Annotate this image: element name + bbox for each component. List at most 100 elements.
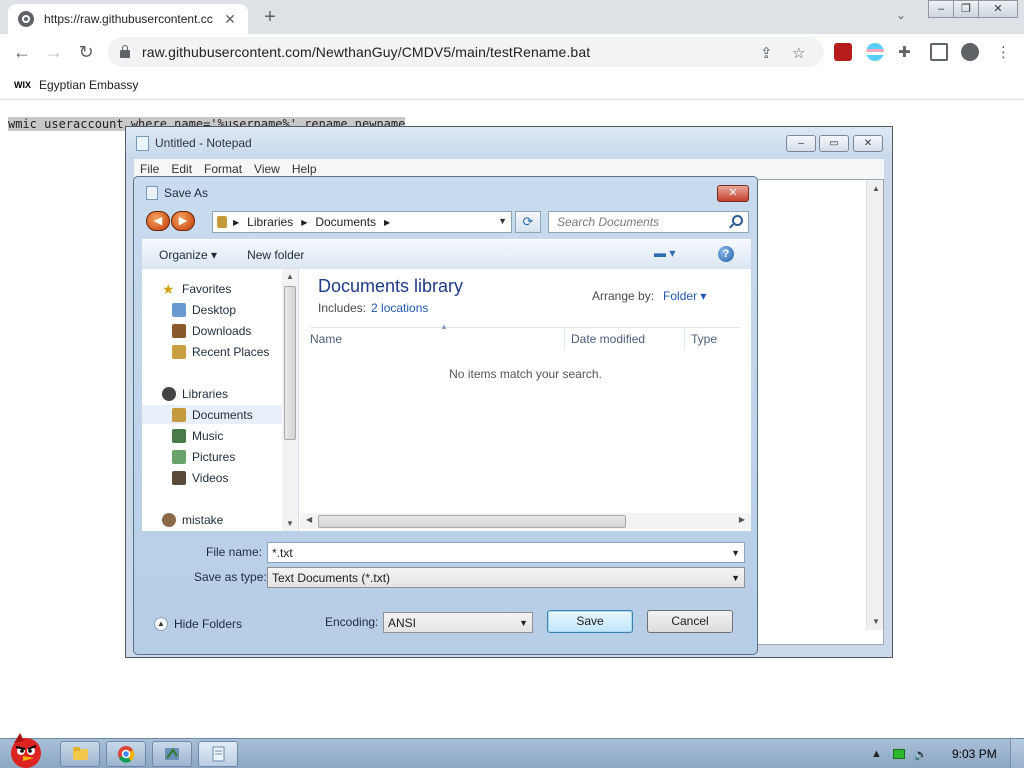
breadcrumb[interactable]: ▶ Libraries ▶ Documents ▶ ▼ xyxy=(212,211,512,233)
taskbar-chrome-button[interactable] xyxy=(106,741,146,767)
save-as-titlebar[interactable]: Save As xyxy=(134,177,757,209)
nav-music[interactable]: Music xyxy=(142,426,282,445)
show-hidden-icons-icon[interactable]: ▲ xyxy=(871,748,882,760)
nav-videos[interactable]: Videos xyxy=(142,468,282,487)
nav-recent-places[interactable]: Recent Places xyxy=(142,342,282,361)
share-icon[interactable]: ⇪ xyxy=(760,44,773,62)
horizontal-scrollbar[interactable]: ◀ ▶ xyxy=(300,513,751,529)
save-button[interactable]: Save xyxy=(547,610,633,633)
menu-file[interactable]: File xyxy=(140,162,159,176)
dropdown-arrow-icon[interactable]: ▼ xyxy=(519,618,528,628)
column-divider[interactable] xyxy=(564,328,565,350)
close-tab-icon[interactable]: ✕ xyxy=(222,11,238,28)
breadcrumb-documents[interactable]: Documents xyxy=(315,215,376,229)
back-button[interactable]: ◀ xyxy=(146,211,170,231)
search-input[interactable]: Search Documents xyxy=(548,211,749,233)
close-window-button[interactable]: ✕ xyxy=(978,0,1018,18)
scroll-up-arrow-icon[interactable]: ▲ xyxy=(286,272,294,281)
extension-icon[interactable] xyxy=(866,43,884,61)
arrange-by-dropdown[interactable]: Folder ▾ xyxy=(663,289,706,303)
back-arrow-icon[interactable]: ← xyxy=(10,41,34,63)
bookmark-egyptian-embassy[interactable]: Egyptian Embassy xyxy=(39,78,138,92)
side-panel-icon[interactable] xyxy=(930,43,948,61)
menu-edit[interactable]: Edit xyxy=(171,162,192,176)
breadcrumb-dropdown-icon[interactable]: ▼ xyxy=(498,216,507,226)
encoding-select[interactable]: ANSI ▼ xyxy=(383,612,533,633)
taskbar-app-button[interactable] xyxy=(152,741,192,767)
organize-button[interactable]: Organize ▾ xyxy=(159,248,217,262)
lock-icon[interactable] xyxy=(120,45,130,58)
nav-downloads[interactable]: Downloads xyxy=(142,321,282,340)
show-desktop-button[interactable] xyxy=(1010,739,1024,768)
nav-mistake[interactable]: mistake xyxy=(142,510,282,529)
app-icon xyxy=(165,748,179,760)
refresh-button[interactable]: ⟳ xyxy=(515,211,541,233)
new-folder-button[interactable]: New folder xyxy=(247,248,304,262)
scroll-up-arrow-icon[interactable]: ▲ xyxy=(872,184,880,193)
change-view-icon[interactable]: ▬ ▾ xyxy=(654,246,675,260)
scrollbar-thumb[interactable] xyxy=(318,515,626,528)
dropdown-arrow-icon[interactable]: ▼ xyxy=(731,573,740,583)
nav-desktop[interactable]: Desktop xyxy=(142,300,282,319)
column-header: ▲ Name Date modified Type xyxy=(310,322,740,350)
reload-icon[interactable]: ↻ xyxy=(74,41,98,63)
save-as-close-button[interactable]: ✕ xyxy=(717,185,749,202)
scrollbar-thumb[interactable] xyxy=(284,286,296,440)
scroll-down-arrow-icon[interactable]: ▼ xyxy=(286,519,294,528)
locations-link[interactable]: 2 locations xyxy=(371,301,428,315)
menu-help[interactable]: Help xyxy=(292,162,317,176)
scroll-left-arrow-icon[interactable]: ◀ xyxy=(306,515,312,524)
tab-search-icon[interactable]: ⌄ xyxy=(896,8,906,22)
clock[interactable]: 9:03 PM xyxy=(952,747,997,761)
network-icon[interactable] xyxy=(893,749,905,759)
bookmark-star-icon[interactable]: ☆ xyxy=(792,44,805,62)
save-as-type-select[interactable]: Text Documents (*.txt) ▼ xyxy=(267,567,745,588)
browser-tabstrip: https://raw.githubusercontent.cc ✕ + ⌄ ‒… xyxy=(0,0,1024,34)
scroll-right-arrow-icon[interactable]: ▶ xyxy=(739,515,745,524)
file-name-field[interactable]: *.txt ▼ xyxy=(267,542,745,563)
profile-avatar-icon[interactable] xyxy=(961,43,979,61)
browser-tab[interactable]: https://raw.githubusercontent.cc ✕ xyxy=(8,4,248,34)
dropdown-arrow-icon[interactable]: ▼ xyxy=(731,548,740,558)
notepad-maximize-button[interactable]: ▭ xyxy=(819,135,849,152)
search-placeholder: Search Documents xyxy=(557,215,660,229)
ublock-extension-icon[interactable] xyxy=(834,43,852,61)
nav-pictures[interactable]: Pictures xyxy=(142,447,282,466)
breadcrumb-chevron-icon[interactable]: ▶ xyxy=(384,218,390,227)
forward-button[interactable]: ▶ xyxy=(171,211,195,231)
save-as-bottom-panel: File name: *.txt ▼ Save as type: Text Do… xyxy=(142,531,751,643)
forward-arrow-icon[interactable]: → xyxy=(42,41,66,63)
column-date-modified[interactable]: Date modified xyxy=(571,332,645,346)
notepad-close-button[interactable]: ✕ xyxy=(853,135,883,152)
puzzle-icon[interactable]: ✚ xyxy=(898,43,916,61)
search-icon[interactable] xyxy=(732,215,743,226)
column-divider[interactable] xyxy=(684,328,685,350)
nav-libraries[interactable]: Libraries xyxy=(142,384,282,403)
taskbar-notepad-button[interactable] xyxy=(198,741,238,767)
notepad-vertical-scrollbar[interactable]: ▲ ▼ xyxy=(866,180,883,630)
nav-documents[interactable]: Documents xyxy=(142,405,282,424)
help-icon[interactable]: ? xyxy=(718,246,734,262)
breadcrumb-libraries[interactable]: Libraries xyxy=(247,215,293,229)
scroll-down-arrow-icon[interactable]: ▼ xyxy=(872,617,880,626)
nav-favorites[interactable]: ★ Favorites xyxy=(142,279,282,298)
column-type[interactable]: Type xyxy=(691,332,717,346)
new-tab-button[interactable]: + xyxy=(258,6,282,28)
address-bar[interactable]: raw.githubusercontent.com/NewthanGuy/CMD… xyxy=(108,37,824,67)
angry-bird-start-icon[interactable] xyxy=(4,729,44,768)
kebab-menu-icon[interactable]: ⋮ xyxy=(996,43,1014,61)
volume-icon[interactable]: 🔈 xyxy=(914,748,928,761)
breadcrumb-chevron-icon[interactable]: ▶ xyxy=(233,218,239,227)
cancel-button[interactable]: Cancel xyxy=(647,610,733,633)
notepad-titlebar[interactable]: Untitled - Notepad xyxy=(126,127,892,159)
restore-button[interactable]: ❐ xyxy=(953,0,979,18)
menu-view[interactable]: View xyxy=(254,162,280,176)
breadcrumb-chevron-icon[interactable]: ▶ xyxy=(301,218,307,227)
notepad-minimize-button[interactable]: ‒ xyxy=(786,135,816,152)
taskbar-explorer-button[interactable] xyxy=(60,741,100,767)
menu-format[interactable]: Format xyxy=(204,162,242,176)
minimize-button[interactable]: ‒ xyxy=(928,0,954,18)
nav-pane-scrollbar[interactable]: ▲ ▼ xyxy=(282,269,298,531)
column-name[interactable]: Name xyxy=(310,332,342,346)
hide-folders-button[interactable]: ▲ Hide Folders xyxy=(154,617,242,631)
